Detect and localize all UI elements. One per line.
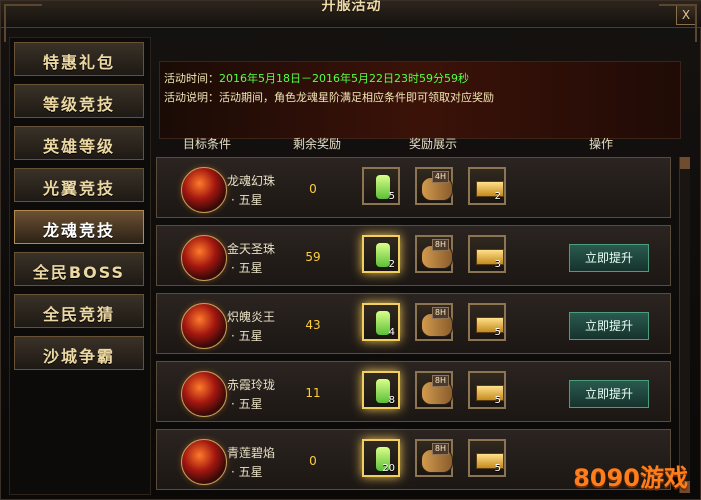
reward-count: 8: [388, 395, 395, 406]
sidebar-item-label: 全民竞猜: [42, 305, 115, 324]
reward-count: 5: [494, 463, 501, 474]
reward-count: 5: [494, 327, 501, 338]
reward-slot-crystal[interactable]: 5: [362, 167, 400, 205]
reward-slot-scroll[interactable]: 8H: [415, 439, 453, 477]
reward-count: 20: [382, 463, 395, 474]
sidebar-item-label: 沙城争霸: [42, 347, 115, 366]
row-star: · 五星: [231, 397, 263, 411]
sidebar-item-label: 英雄等级: [42, 137, 115, 156]
main-panel: 活动时间：2016年5月18日－2016年5月22日23时59分59秒 活动说明…: [153, 37, 693, 493]
activity-banner: 活动时间：2016年5月18日－2016年5月22日23时59分59秒 活动说明…: [159, 61, 681, 139]
reward-duration: 8H: [431, 375, 449, 387]
header-remaining: 剩余奖励: [293, 137, 342, 151]
improve-now-button[interactable]: 立即提升: [569, 244, 649, 272]
reward-slot-crystal[interactable]: 2: [362, 235, 400, 273]
reward-count: 2: [494, 191, 501, 202]
reward-duration: 8H: [431, 307, 449, 319]
reward-duration: 8H: [431, 239, 449, 251]
activity-time: 活动时间：2016年5月18日－2016年5月22日23时59分59秒: [164, 70, 469, 86]
row-remaining: 0: [309, 182, 317, 196]
reward-slot-gold[interactable]: 5: [468, 439, 506, 477]
reward-row: 赤霞玲珑 · 五星 11 8 8H 5 立即提升: [156, 361, 671, 422]
dragon-soul-icon: [181, 235, 227, 281]
reward-count: 3: [494, 259, 501, 270]
row-star: · 五星: [231, 329, 263, 343]
reward-count: 5: [494, 395, 501, 406]
reward-slot-scroll[interactable]: 8H: [415, 235, 453, 273]
header-action: 操作: [589, 137, 614, 151]
reward-slot-crystal[interactable]: 8: [362, 371, 400, 409]
reward-count: 2: [388, 259, 395, 270]
reward-slot-scroll[interactable]: 8H: [415, 303, 453, 341]
activity-desc-label: 活动说明：: [164, 91, 219, 104]
window-title: 开服活动: [321, 0, 382, 14]
reward-slot-scroll[interactable]: 8H: [415, 371, 453, 409]
title-bar: 开服活动 X: [1, 0, 701, 28]
sidebar-item-label: 特惠礼包: [42, 53, 115, 72]
reward-slot-crystal[interactable]: 20: [362, 439, 400, 477]
row-name: 龙魂幻珠: [227, 174, 276, 188]
site-watermark: 8090游戏: [573, 464, 688, 492]
sidebar: 特惠礼包 等级竞技 英雄等级 光翼竞技 龙魂竞技 全民BOSS 全民竞猜 沙城争…: [9, 37, 151, 495]
row-star: · 五星: [231, 193, 263, 207]
sidebar-item-all-boss[interactable]: 全民BOSS: [14, 252, 144, 286]
reward-slot-gold[interactable]: 2: [468, 167, 506, 205]
sidebar-item-label: 龙魂竞技: [42, 221, 115, 240]
reward-row: 龙魂幻珠 · 五星 0 5 4H 2: [156, 157, 671, 218]
row-remaining: 43: [305, 318, 321, 332]
row-remaining: 59: [305, 250, 321, 264]
row-name: 赤霞玲珑: [227, 378, 276, 392]
sidebar-item-special-gift[interactable]: 特惠礼包: [14, 42, 144, 76]
reward-count: 5: [388, 191, 395, 202]
reward-slot-gold[interactable]: 3: [468, 235, 506, 273]
improve-now-button[interactable]: 立即提升: [569, 312, 649, 340]
activity-description: 活动说明：活动期间，角色龙魂星阶满足相应条件即可领取对应奖励: [164, 89, 494, 105]
sidebar-item-dragon-soul-rank[interactable]: 龙魂竞技: [14, 210, 144, 244]
header-reward: 奖励展示: [409, 137, 458, 151]
reward-slot-scroll[interactable]: 4H: [415, 167, 453, 205]
sidebar-item-hero-level[interactable]: 英雄等级: [14, 126, 144, 160]
reward-row: 金天圣珠 · 五星 59 2 8H 3 立即提升: [156, 225, 671, 286]
row-name: 炽魄炎王: [227, 310, 276, 324]
row-name: 金天圣珠: [227, 242, 276, 256]
activity-time-value: 2016年5月18日－2016年5月22日23时59分59秒: [219, 72, 469, 85]
reward-slot-gold[interactable]: 5: [468, 303, 506, 341]
sidebar-item-label: 等级竞技: [42, 95, 115, 114]
row-remaining: 0: [309, 454, 317, 468]
reward-duration: 4H: [431, 171, 449, 183]
activity-time-label: 活动时间：: [164, 72, 219, 85]
row-name: 青莲碧焰: [227, 446, 276, 460]
reward-slot-crystal[interactable]: 4: [362, 303, 400, 341]
dragon-soul-icon: [181, 439, 227, 485]
row-remaining: 11: [305, 386, 321, 400]
sidebar-item-wing-rank[interactable]: 光翼竞技: [14, 168, 144, 202]
reward-row: 炽魄炎王 · 五星 43 4 8H 5 立即提升: [156, 293, 671, 354]
reward-list-scrollbar[interactable]: [679, 157, 690, 493]
sidebar-item-label: 全民BOSS: [32, 263, 126, 282]
reward-slot-gold[interactable]: 5: [468, 371, 506, 409]
dragon-soul-icon: [181, 303, 227, 349]
event-window: 开服活动 X 特惠礼包 等级竞技 英雄等级 光翼竞技 龙魂竞技 全民BOSS 全…: [0, 0, 701, 500]
reward-duration: 8H: [431, 443, 449, 455]
row-star: · 五星: [231, 261, 263, 275]
scroll-up-icon[interactable]: [680, 157, 690, 169]
sidebar-item-level-rank[interactable]: 等级竞技: [14, 84, 144, 118]
sidebar-item-label: 光翼竞技: [42, 179, 115, 198]
sidebar-item-all-guess[interactable]: 全民竞猜: [14, 294, 144, 328]
table-headers: 目标条件 剩余奖励 奖励展示 操作: [153, 135, 693, 153]
activity-desc-value: 活动期间，角色龙魂星阶满足相应条件即可领取对应奖励: [219, 91, 494, 104]
sidebar-item-castle-war[interactable]: 沙城争霸: [14, 336, 144, 370]
improve-now-button[interactable]: 立即提升: [569, 380, 649, 408]
header-target: 目标条件: [183, 137, 232, 151]
dragon-soul-icon: [181, 371, 227, 417]
reward-list: 龙魂幻珠 · 五星 0 5 4H 2 金天圣珠 · 五星 59 2 8H 3 立…: [156, 157, 676, 493]
reward-count: 4: [388, 327, 395, 338]
dragon-soul-icon: [181, 167, 227, 213]
row-star: · 五星: [231, 465, 263, 479]
